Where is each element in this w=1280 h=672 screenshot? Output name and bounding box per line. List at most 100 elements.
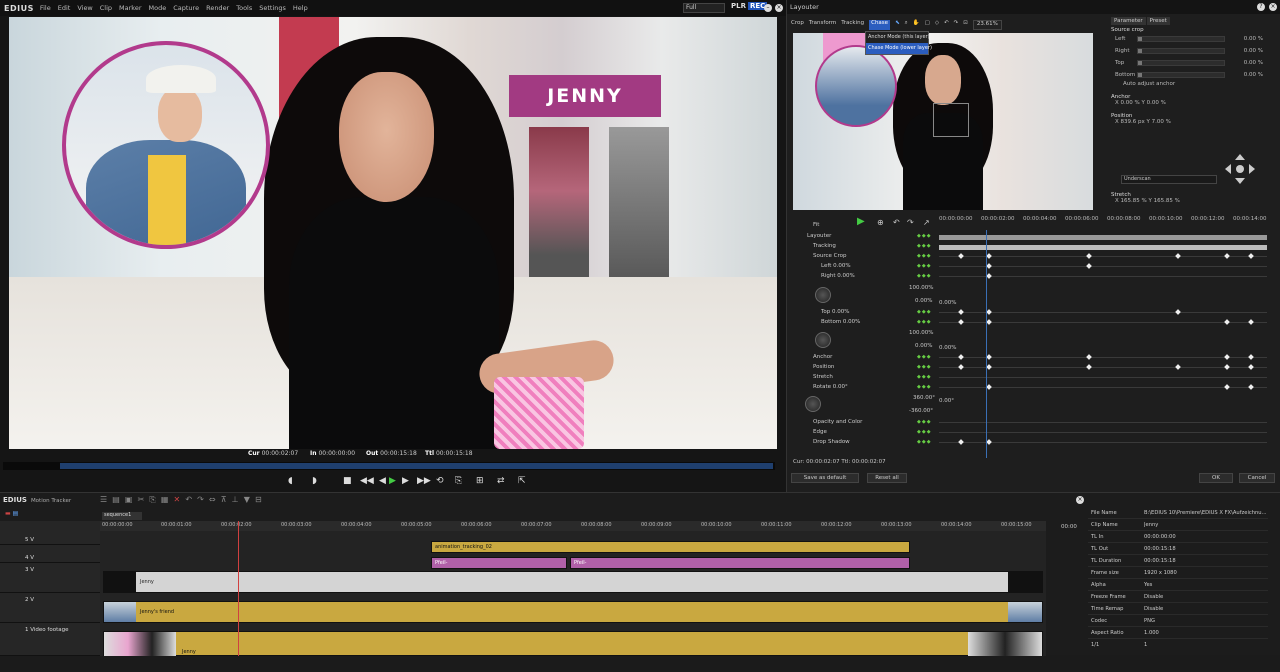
sync-icon[interactable]: ▬	[5, 510, 11, 517]
close-icon[interactable]: ×	[775, 4, 783, 12]
cut-icon[interactable]: ✂	[138, 495, 145, 504]
track-rotate[interactable]: Rotate 0.00° ◆◆◆	[791, 383, 1279, 393]
menu-file[interactable]: File	[40, 4, 51, 12]
zoom-select[interactable]: 23.61%	[972, 20, 1002, 30]
kf-nav-icon[interactable]: ◆◆◆	[917, 374, 932, 380]
position-xy-values[interactable]: X 839.6 px Y 7.00 %	[1111, 119, 1275, 130]
stop-icon[interactable]: ■	[343, 476, 352, 486]
clip-pfeil-1[interactable]: Pfeil-	[431, 557, 567, 569]
tracking-box[interactable]	[933, 103, 969, 137]
position-scrubber[interactable]	[3, 462, 775, 470]
chase-mode-option[interactable]: Chase Mode (lower layer)	[866, 43, 932, 54]
link-icon[interactable]: ▤	[13, 510, 19, 517]
undo-icon[interactable]: ↶	[185, 495, 192, 504]
track-header-4v[interactable]: 4 V	[0, 553, 100, 563]
mode-icon[interactable]: ☰	[100, 495, 107, 504]
auto-adjust-checkbox[interactable]: Auto adjust anchor	[1111, 81, 1275, 92]
right-knob-icon[interactable]	[815, 287, 831, 303]
track-edge[interactable]: Edge ◆◆◆	[791, 428, 1279, 438]
crop-top-value[interactable]: 0.00 %	[1225, 60, 1263, 66]
track-drop-shadow[interactable]: Drop Shadow ◆◆◆	[791, 438, 1279, 448]
clip-jenny-footage[interactable]: Jenny	[103, 631, 1043, 656]
kf-nav-icon[interactable]: ◆◆◆	[917, 384, 932, 390]
menu-edit[interactable]: Edit	[58, 4, 71, 12]
kf-nav-icon[interactable]: ◆◆◆	[917, 243, 932, 249]
undo-icon[interactable]: ↶	[944, 20, 949, 30]
underscan-select[interactable]: Underscan	[1121, 175, 1217, 184]
pointer-tool-icon[interactable]: ⬉	[895, 20, 900, 30]
track-header-5v[interactable]: 5 V	[0, 535, 100, 545]
track-stretch[interactable]: Stretch ◆◆◆	[791, 373, 1279, 383]
kf-nav-icon[interactable]: ◆◆◆	[917, 429, 932, 435]
tab-preset[interactable]: Preset	[1146, 17, 1170, 25]
crop-right-value[interactable]: 0.00 %	[1225, 48, 1263, 54]
timeline-ruler[interactable]: 00:00:00:00 00:00:01:00 00:00:02:00 00:0…	[100, 521, 1046, 531]
crop-right-slider[interactable]	[1137, 48, 1225, 54]
kf-nav-icon[interactable]: ◆◆◆	[917, 253, 932, 259]
track-bottom[interactable]: Bottom 0.00% ◆◆◆	[791, 318, 1279, 328]
track-position[interactable]: Position ◆◆◆	[791, 363, 1279, 373]
anchor-mode-option[interactable]: Anchor Mode (this layer)	[866, 32, 930, 43]
redo-icon[interactable]: ↷	[954, 20, 959, 30]
tab-crop[interactable]: Crop	[791, 20, 804, 30]
menu-mode[interactable]: Mode	[149, 4, 167, 12]
keyframe-undo-icon[interactable]: ↶	[893, 218, 900, 227]
menu-help[interactable]: Help	[293, 4, 308, 12]
keyframe-play-icon[interactable]: ▶	[857, 216, 865, 227]
save-as-default-button[interactable]: Save as default	[791, 473, 859, 483]
plr-rec-indicator[interactable]: PLR REC	[731, 2, 768, 10]
chase-mode-dropdown[interactable]: Chase	[869, 20, 891, 30]
graph-icon[interactable]: ↗	[923, 218, 930, 227]
menu-capture[interactable]: Capture	[173, 4, 199, 12]
rotate-knob-icon[interactable]	[805, 396, 821, 412]
menu-view[interactable]: View	[77, 4, 92, 12]
track-source-crop[interactable]: Source Crop ◆◆◆	[791, 252, 1279, 262]
sequence-tab[interactable]: sequence1	[102, 512, 142, 520]
play-icon[interactable]: ▶	[389, 476, 396, 486]
position-dpad-icon[interactable]	[1223, 152, 1257, 186]
split-icon[interactable]: ⊥	[232, 495, 239, 504]
ripple-icon[interactable]: ⇔	[209, 495, 216, 504]
crop-left-value[interactable]: 0.00 %	[1225, 36, 1263, 42]
tab-parameter[interactable]: Parameter	[1111, 17, 1146, 25]
save-icon[interactable]: ▣	[125, 495, 133, 504]
fast-forward-icon[interactable]: ▶▶	[417, 476, 431, 486]
track-left[interactable]: Left 0.00% ◆◆◆	[791, 262, 1279, 272]
set-out-icon[interactable]: ◗	[312, 476, 317, 486]
clip-jennys-friend[interactable]: Jenny's friend	[103, 601, 1043, 623]
minimize-icon[interactable]: –	[764, 4, 772, 12]
kf-nav-icon[interactable]: ◆◆◆	[917, 439, 932, 445]
step-back-icon[interactable]: ◀	[379, 476, 386, 486]
kf-nav-icon[interactable]: ◆◆◆	[917, 309, 932, 315]
anchor-xy-values[interactable]: X 0.00 % Y 0.00 %	[1111, 100, 1275, 111]
rotate-frame-icon[interactable]: ◇	[935, 20, 939, 30]
cancel-button[interactable]: Cancel	[1239, 473, 1275, 483]
track-layouter[interactable]: Layouter ◆◆◆	[791, 232, 1279, 242]
clip-pfeil-2[interactable]: Pfeil-	[570, 557, 910, 569]
menu-clip[interactable]: Clip	[100, 4, 112, 12]
info-close-icon[interactable]: ×	[1076, 496, 1084, 504]
stretch-xy-values[interactable]: X 165.85 % Y 165.85 %	[1111, 198, 1180, 209]
clip-jenny-title[interactable]: Jenny	[103, 571, 1043, 593]
layouter-close-icon[interactable]: ×	[1269, 3, 1277, 11]
kf-nav-icon[interactable]: ◆◆◆	[917, 263, 932, 269]
delete-icon[interactable]: ✕	[174, 495, 181, 504]
kf-nav-icon[interactable]: ◆◆◆	[917, 354, 932, 360]
display-mode-select[interactable]: Full	[683, 3, 725, 13]
redo-icon[interactable]: ↷	[197, 495, 204, 504]
render-icon[interactable]: ⊟	[255, 495, 262, 504]
kf-nav-icon[interactable]: ◆◆◆	[917, 419, 932, 425]
track-anchor[interactable]: Anchor ◆◆◆	[791, 353, 1279, 363]
track-header-1v[interactable]: 1 Video footage	[0, 625, 100, 656]
clip-animation-tracking[interactable]: animation_tracking_02	[431, 541, 910, 553]
crop-top-slider[interactable]	[1137, 60, 1225, 66]
bottom-knob-icon[interactable]	[815, 332, 831, 348]
tab-tracking[interactable]: Tracking	[841, 20, 864, 30]
timeline-playhead[interactable]	[238, 521, 239, 656]
layouter-preview[interactable]	[793, 33, 1093, 210]
marker-icon[interactable]: ▼	[244, 495, 250, 504]
track-header-3v[interactable]: 3 V	[0, 565, 100, 593]
fit-select[interactable]: Fit	[813, 222, 819, 228]
replace-icon[interactable]: ⇄	[497, 476, 505, 486]
paste-icon[interactable]: ▦	[161, 495, 169, 504]
